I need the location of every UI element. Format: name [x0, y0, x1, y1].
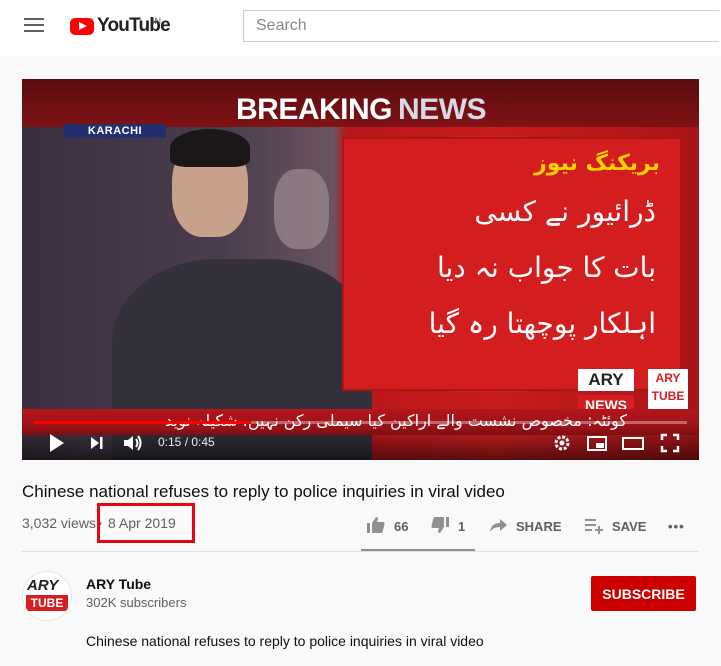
share-label: SHARE [516, 518, 562, 534]
search-input[interactable] [243, 10, 719, 42]
video-player[interactable]: BREAKING NEWS KARACHI بریکنگ نیوز ڈرائیور… [22, 79, 699, 460]
progress-fill [34, 421, 252, 424]
share-button[interactable]: SHARE [488, 512, 562, 540]
video-title: Chinese national refuses to reply to pol… [22, 482, 505, 501]
avatar-tube-text: TUBE [26, 595, 68, 611]
player-controls: 0:15 / 0:45 [22, 427, 699, 460]
save-button[interactable]: SAVE [584, 512, 646, 540]
add-to-playlist-icon [584, 515, 604, 538]
thumbs-up-icon [366, 515, 386, 538]
more-actions-icon[interactable]: ••• [668, 512, 685, 540]
news-text: NEWS [398, 93, 487, 126]
badge-ary-tube: ARY TUBE [648, 369, 688, 409]
fullscreen-icon[interactable] [660, 433, 682, 453]
urdu-headline-line: ڈرائیور نے کسی [474, 195, 656, 228]
channel-avatar[interactable]: ARY TUBE [22, 571, 72, 621]
breaking-text: BREAKING [236, 93, 393, 126]
divider [22, 551, 698, 552]
subscriber-count: 302K subscribers [86, 595, 187, 610]
like-button[interactable]: 66 [366, 512, 408, 540]
like-count: 66 [394, 518, 409, 534]
hamburger-menu-icon[interactable] [24, 18, 44, 32]
play-icon[interactable] [48, 433, 70, 453]
settings-gear-icon[interactable] [552, 433, 574, 453]
urdu-headline-line: بات کا جواب نہ دیا [436, 251, 656, 284]
save-label: SAVE [612, 518, 647, 534]
video-frame: BREAKING NEWS KARACHI بریکنگ نیوز ڈرائیور… [22, 79, 699, 460]
view-count: 3,032 views [22, 515, 96, 531]
background-person [274, 169, 329, 249]
thumbs-down-icon [430, 515, 450, 538]
video-actions: 66 1 SHARE SAVE ••• [360, 512, 710, 540]
channel-name[interactable]: ARY Tube [86, 576, 151, 592]
urdu-breaking-label: بریکنگ نیوز [534, 151, 660, 176]
subscribe-button[interactable]: SUBSCRIBE [591, 576, 696, 611]
next-icon[interactable] [88, 433, 110, 453]
badge-ary: ARY [578, 369, 634, 391]
date-highlight-box [97, 503, 195, 543]
miniplayer-icon[interactable] [586, 433, 608, 453]
time-display: 0:15 / 0:45 [158, 435, 215, 449]
video-description: Chinese national refuses to reply to pol… [86, 633, 484, 649]
progress-bar[interactable] [34, 421, 687, 424]
top-bar: YouTube IN [0, 0, 721, 56]
youtube-play-icon [70, 17, 94, 35]
urdu-headline-line: اہلکار پوچھتا رہ گیا [428, 307, 656, 340]
avatar-ary-text: ARY [27, 577, 59, 594]
person-hair [170, 129, 250, 167]
dislike-count: 1 [458, 518, 466, 534]
theater-mode-icon[interactable] [622, 433, 644, 453]
share-arrow-icon [488, 515, 508, 538]
breaking-news-banner: BREAKING NEWS [236, 93, 487, 127]
country-code: IN [152, 16, 161, 26]
dislike-button[interactable]: 1 [430, 512, 465, 540]
urdu-headline-box: بریکنگ نیوز ڈرائیور نے کسی بات کا جواب ن… [344, 139, 680, 389]
city-label: KARACHI [64, 124, 166, 138]
volume-icon[interactable] [122, 433, 144, 453]
